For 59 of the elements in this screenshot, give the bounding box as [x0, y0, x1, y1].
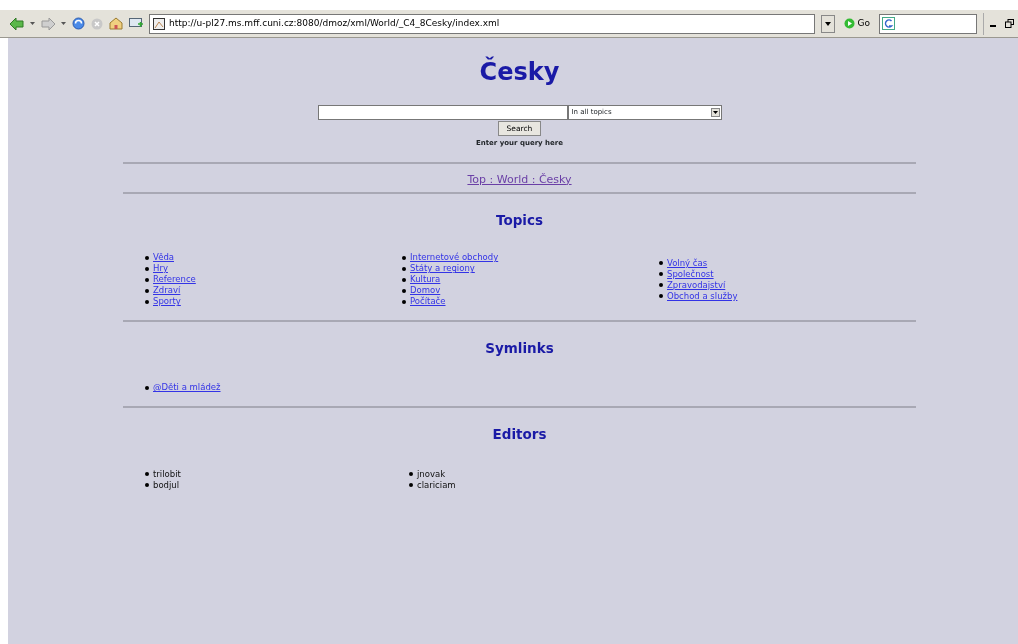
topic-link[interactable]: Státy a regiony [410, 263, 475, 275]
bullet-icon [659, 294, 663, 299]
caret-icon[interactable] [30, 22, 35, 25]
section-heading: Symlinks [484, 340, 555, 357]
bullet-icon [145, 266, 149, 271]
page-icon [153, 17, 165, 30]
go-button[interactable]: Go [840, 16, 873, 31]
bullet-icon [402, 266, 406, 271]
query-field[interactable] [317, 104, 568, 120]
editor-name: clariciam [417, 479, 456, 491]
topic-link[interactable]: Společnost [667, 268, 714, 280]
bullet-icon [409, 483, 413, 488]
editor-name: jnovak [417, 468, 446, 480]
topic-link[interactable]: Internetové obchody [410, 252, 499, 264]
bullet-icon [409, 472, 413, 477]
bullet-icon [145, 472, 149, 477]
screen-icon[interactable] [129, 18, 143, 29]
caret-icon [824, 21, 831, 26]
address-field[interactable]: http://u-pl27.ms.mff.cuni.cz:8080/dmoz/xml/World/_C4_8Cesky/index.xml [149, 13, 815, 34]
topic-link[interactable]: Počítače [410, 296, 446, 308]
caret-icon [710, 107, 720, 117]
bullet-icon [402, 288, 406, 293]
section-heading: Topics [495, 212, 544, 229]
bullet-icon [145, 277, 149, 282]
back-icon[interactable] [10, 17, 24, 30]
bullet-icon [402, 277, 406, 282]
topic-link[interactable]: Obchod a služby [667, 290, 738, 302]
search-field[interactable] [879, 13, 977, 34]
bullet-icon [145, 255, 149, 260]
page-title: Česky [478, 55, 561, 87]
topic-link[interactable]: Zdraví [153, 285, 181, 297]
topic-link[interactable]: Volný čas [667, 257, 708, 269]
breadcrumb-link[interactable]: Top : World : Česky [123, 163, 916, 193]
topic-link[interactable]: Kultura [410, 274, 441, 286]
bullet-icon [659, 272, 663, 277]
topic-link[interactable]: Reference [153, 274, 196, 286]
bullet-icon [659, 261, 663, 266]
editor-name: bodjul [153, 479, 180, 491]
home-icon[interactable] [109, 17, 123, 30]
bullet-icon [659, 283, 663, 288]
topic-link[interactable]: Hry [153, 263, 168, 275]
bullet-icon [402, 255, 406, 260]
restore-icon[interactable] [1005, 19, 1014, 28]
topic-link[interactable]: Domov [410, 285, 441, 297]
reload-icon[interactable] [72, 17, 85, 30]
go-icon [843, 18, 855, 29]
bullet-icon [145, 299, 149, 304]
topic-link[interactable]: Věda [153, 252, 174, 264]
section-heading: Editors [491, 426, 548, 443]
topic-link[interactable]: Zpravodajství [667, 279, 726, 291]
bullet-icon [145, 288, 149, 293]
topic-link[interactable]: @Děti a mládež [153, 382, 221, 394]
bullet-icon [145, 483, 149, 488]
topic-link[interactable]: Sporty [153, 296, 181, 308]
caret-icon[interactable] [61, 22, 66, 25]
dropdown-button[interactable] [820, 14, 835, 33]
editor-name: trilobit [153, 468, 181, 480]
bullet-icon [145, 385, 149, 390]
bullet-icon [402, 299, 406, 304]
